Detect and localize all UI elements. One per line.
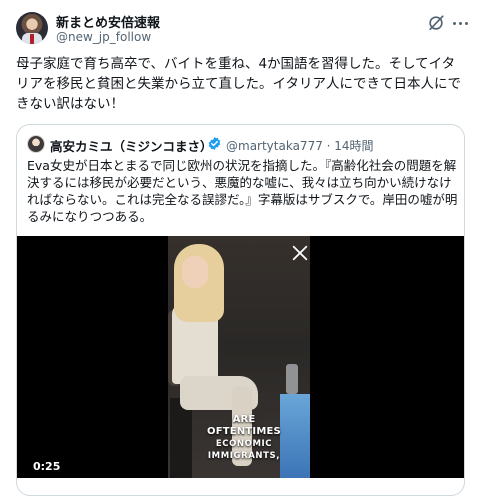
avatar[interactable] [16,12,48,44]
water-bottle [286,364,298,394]
quoted-avatar[interactable] [27,135,45,153]
quoted-text: Eva女史が日本とまるで同じ欧州の状況を指摘した。『高齢化社会の問題を解決するに… [27,158,458,224]
post-text: 母子家庭で育ち高卒で、バイトを重ね、4か国語を習得した。そしてイタリアを移民と貧… [16,56,461,112]
quoted-display-name[interactable]: 高安カミユ（ミジンコまさ） [50,136,213,155]
post: 新まとめ安倍速報 @new_jp_follow 母子家庭で育ち高卒で、バイトを重… [0,0,479,500]
more-icon[interactable] [453,22,471,28]
grok-icon[interactable] [427,14,445,32]
subtitle-line: ECONOMIC [215,439,273,449]
subtitle-line: IMMIGRANTS, [207,451,281,461]
video-subtitle: ARE OFTENTIMES ECONOMIC IMMIGRANTS, [203,414,285,462]
verified-badge-icon [208,136,221,151]
face [182,256,208,288]
author-display-name[interactable]: 新まとめ安倍速報 [56,12,160,31]
quoted-handle-time[interactable]: @martytaka777 · 14時間 [226,137,374,154]
avatar-tie [30,34,34,44]
author-handle[interactable]: @new_jp_follow [56,30,151,44]
stool [170,398,192,478]
close-icon[interactable] [291,244,309,262]
subtitle-line: ARE OFTENTIMES [207,414,281,437]
video-duration: 0:25 [33,460,61,473]
video-player[interactable]: ARE OFTENTIMES ECONOMIC IMMIGRANTS, 0:25 [17,236,464,478]
quoted-post[interactable]: 高安カミユ（ミジンコまさ） @martytaka777 · 14時間 Eva女史… [16,124,465,496]
